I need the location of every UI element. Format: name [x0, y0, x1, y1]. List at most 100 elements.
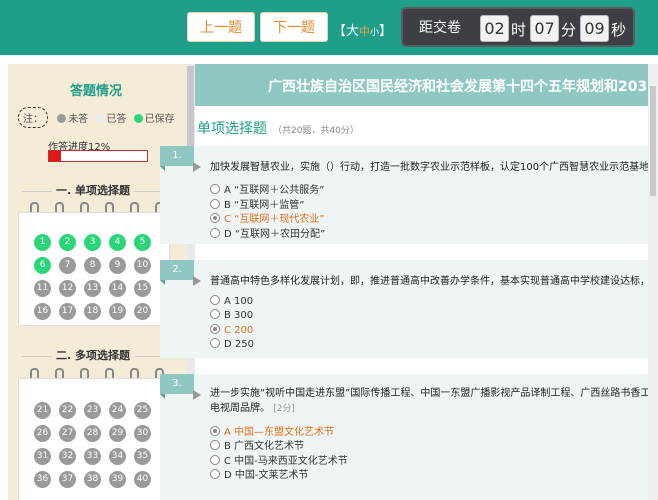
option-label: B 广西文化艺术节 — [224, 441, 305, 452]
option-c[interactable]: C 200 — [210, 324, 253, 336]
paper-title-bar: 广西壮族自治区国民经济和社会发展第十四个五年规划和2035 — [195, 64, 658, 106]
question-block: 3. 进一步实施“视听中国走进东盟”国际传播工程、中国一东盟广播影视产品译制工程… — [160, 374, 658, 500]
radio-icon[interactable] — [210, 338, 220, 348]
flag-icon[interactable] — [193, 162, 201, 172]
radio-icon[interactable] — [210, 324, 220, 334]
timer-seconds-unit: 秒 — [611, 21, 627, 39]
option-a[interactable]: A “互联网＋公共服务” — [210, 181, 324, 196]
question-number-button[interactable]: 1 — [34, 234, 51, 251]
question-number-button[interactable]: 17 — [59, 303, 76, 320]
answered-dot-icon — [95, 114, 105, 123]
question-number-button[interactable]: 9 — [109, 257, 126, 274]
question-number-button[interactable]: 38 — [84, 471, 101, 488]
timer-seconds: 09 — [580, 15, 609, 42]
question-number-button[interactable]: 19 — [109, 303, 126, 320]
question-number-button[interactable]: 29 — [109, 425, 126, 442]
radio-icon[interactable] — [210, 455, 220, 465]
multiple-choice-section-heading: 二. 多项选择题 — [18, 347, 168, 363]
option-d[interactable]: D 中国-文莱艺术节 — [210, 466, 309, 481]
question-number-button[interactable]: 23 — [84, 402, 101, 419]
question-number-button[interactable]: 30 — [134, 425, 151, 442]
question-text: 进一步实施“视听中国走进东盟”国际传播工程、中国一东盟广播影视产品译制工程、广西… — [210, 388, 651, 399]
question-text-continuation: 电视周品牌。 — [210, 403, 270, 414]
next-question-button[interactable]: 下一题 — [260, 12, 328, 42]
question-number-button[interactable]: 12 — [59, 280, 76, 297]
content-scrollbar[interactable] — [648, 64, 658, 500]
timer-minutes: 07 — [530, 15, 559, 42]
font-size-large-option[interactable]: 大 — [346, 24, 359, 39]
question-number-button[interactable]: 22 — [59, 402, 76, 419]
flag-icon[interactable] — [193, 390, 201, 400]
question-number: 1. — [160, 146, 194, 171]
question-number-button[interactable]: 5 — [134, 234, 151, 251]
question-number-button[interactable]: 21 — [34, 402, 51, 419]
multiple-choice-number-grid: 21 22 23 24 25 26 27 28 29 30 31 32 33 34 35 36 37 38 39 40 — [18, 378, 170, 500]
question-number-button[interactable]: 20 — [134, 303, 151, 320]
question-block: 1. 加快发展智慧农业，实施（）行动，打造一批数字农业示范样板，认定100个广西… — [160, 146, 658, 244]
single-choice-number-grid: 1 2 3 4 5 6 7 8 9 10 11 12 13 14 15 16 17 18 19 20 — [18, 212, 170, 326]
question-number-button[interactable]: 16 — [34, 303, 51, 320]
radio-icon[interactable] — [210, 228, 220, 238]
question-number-button[interactable]: 27 — [59, 425, 76, 442]
option-label: C “互联网＋现代农业” — [224, 214, 325, 225]
question-number-button[interactable]: 4 — [109, 234, 126, 251]
question-number-button[interactable]: 15 — [134, 280, 151, 297]
question-number-button[interactable]: 33 — [84, 448, 101, 465]
question-number-button[interactable]: 26 — [34, 425, 51, 442]
question-text-line-2: 电视周品牌。 [2分] — [210, 401, 295, 417]
timer-label: 距交卷 — [419, 20, 461, 36]
radio-icon[interactable] — [210, 309, 220, 319]
panel-scrollbar-thumb[interactable] — [187, 66, 194, 146]
option-d[interactable]: D “互联网＋农田分配” — [210, 225, 325, 240]
question-number-button[interactable]: 14 — [109, 280, 126, 297]
question-score: [2分] — [273, 404, 295, 414]
question-number-button[interactable]: 7 — [59, 257, 76, 274]
option-a[interactable]: A 100 — [210, 295, 253, 307]
option-c[interactable]: C “互联网＋现代农业” — [210, 210, 325, 225]
section-meta: （共20题，共40分） — [273, 126, 359, 136]
timer-hours-unit: 时 — [511, 21, 527, 39]
question-number-button[interactable]: 39 — [109, 471, 126, 488]
question-number-button[interactable]: 28 — [84, 425, 101, 442]
unanswered-dot-icon — [57, 114, 67, 123]
radio-icon[interactable] — [210, 295, 220, 305]
question-number-button[interactable]: 31 — [34, 448, 51, 465]
radio-icon[interactable] — [210, 199, 220, 209]
content-scrollbar-thumb[interactable] — [650, 86, 656, 196]
question-number-button[interactable]: 24 — [109, 402, 126, 419]
question-number-button[interactable]: 6 — [34, 257, 51, 274]
option-b[interactable]: B “互联网＋监管” — [210, 196, 304, 211]
question-number-button[interactable]: 37 — [59, 471, 76, 488]
question-number-button[interactable]: 10 — [134, 257, 151, 274]
question-number-button[interactable]: 11 — [34, 280, 51, 297]
question-number-button[interactable]: 25 — [134, 402, 151, 419]
question-number-button[interactable]: 18 — [84, 303, 101, 320]
radio-icon[interactable] — [210, 440, 220, 450]
question-number-button[interactable]: 8 — [84, 257, 101, 274]
option-a[interactable]: A 中国—东盟文化艺术节 — [210, 423, 334, 438]
question-text: 加快发展智慧农业，实施（）行动，打造一批数字农业示范样板，认定100个广西智慧农… — [210, 162, 658, 173]
question-number-button[interactable]: 34 — [109, 448, 126, 465]
option-label: B 300 — [224, 310, 254, 321]
previous-question-button[interactable]: 上一题 — [187, 12, 255, 42]
question-number-button[interactable]: 32 — [59, 448, 76, 465]
progress-fill — [49, 151, 61, 161]
question-number-button[interactable]: 35 — [134, 448, 151, 465]
radio-icon[interactable] — [210, 184, 220, 194]
option-d[interactable]: D 250 — [210, 338, 254, 350]
flag-icon[interactable] — [193, 276, 201, 286]
radio-icon[interactable] — [210, 213, 220, 223]
option-b[interactable]: B 300 — [210, 309, 253, 321]
option-c[interactable]: C 中国-马来西亚文化艺术节 — [210, 452, 348, 467]
question-number-button[interactable]: 40 — [134, 471, 151, 488]
option-b[interactable]: B 广西文化艺术节 — [210, 437, 304, 452]
question-number-button[interactable]: 3 — [84, 234, 101, 251]
font-size-small-option[interactable]: 小 — [370, 28, 379, 38]
radio-icon[interactable] — [210, 426, 220, 436]
question-number-button[interactable]: 36 — [34, 471, 51, 488]
question-number-button[interactable]: 2 — [59, 234, 76, 251]
question-number-button[interactable]: 13 — [84, 280, 101, 297]
font-size-medium-option[interactable]: 中 — [359, 25, 370, 38]
radio-icon[interactable] — [210, 469, 220, 479]
progress-bar — [48, 150, 148, 162]
